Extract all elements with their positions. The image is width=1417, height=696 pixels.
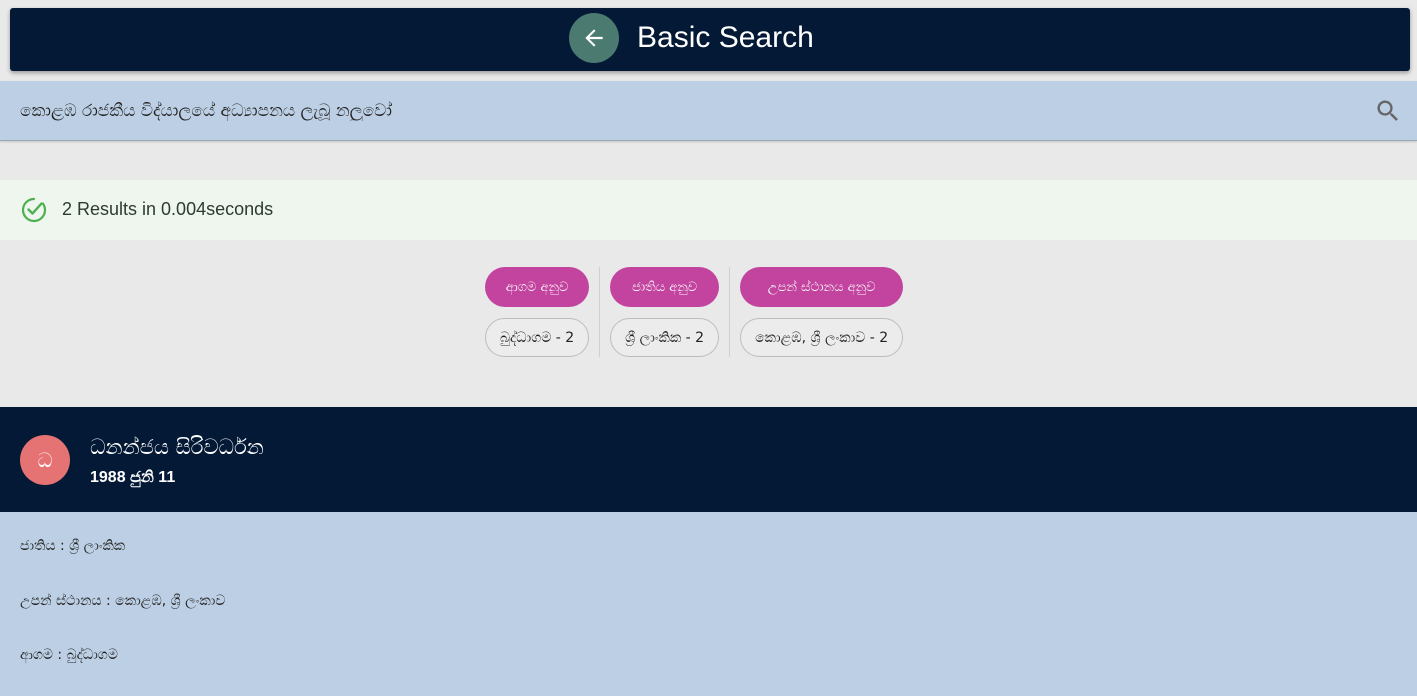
- person-birth-date: 1988 ජුනි 11: [90, 469, 176, 486]
- detail-nationality: ජාතිය : ශ්‍රී ලාංකික: [20, 538, 126, 554]
- detail-religion: ආගම : බුද්ධාගම: [20, 647, 118, 663]
- detail-birthplace: උපන් ස්ථානය : කොළඹ, ශ්‍රී ලංකාව: [20, 593, 226, 609]
- facet-nationality: ජාතිය අනුව ශ්‍රී ලාංකික - 2: [610, 267, 720, 357]
- facet-birthplace: උපන් ස්ථානය අනුව කොළඹ, ශ්‍රී ලංකාව - 2: [740, 267, 904, 357]
- facet-birthplace-button[interactable]: උපන් ස්ථානය අනුව: [740, 267, 904, 307]
- results-banner: 2 Results in 0.004seconds: [0, 180, 1417, 240]
- facet-religion-chip[interactable]: බුද්ධාගම - 2: [485, 318, 590, 357]
- page-title: Basic Search: [637, 21, 814, 54]
- result-card-header[interactable]: ධ ධනන්ජය සිරිවර්ධන 1988 ජුනි 11: [0, 407, 1417, 512]
- facet-birthplace-chip[interactable]: කොළඹ, ශ්‍රී ලංකාව - 2: [740, 318, 904, 357]
- app-header: Basic Search: [10, 8, 1410, 71]
- search-bar: [0, 81, 1417, 141]
- facet-religion: ආගම අනුව බුද්ධාගම - 2: [485, 267, 590, 357]
- back-button[interactable]: [569, 13, 619, 63]
- facet-nationality-button[interactable]: ජාතිය අනුව: [610, 267, 720, 307]
- person-name: ධනන්ජය සිරිවර්ධන: [90, 435, 264, 459]
- search-input[interactable]: [20, 95, 1350, 127]
- avatar: ධ: [20, 435, 70, 485]
- facet-divider: [729, 267, 731, 357]
- results-count-text: 2 Results in 0.004seconds: [62, 199, 274, 219]
- arrow-left-icon: [585, 29, 603, 47]
- search-icon[interactable]: [1374, 97, 1402, 125]
- facet-divider: [599, 267, 601, 357]
- check-circle-icon: [21, 197, 47, 223]
- result-card-body: ජාතිය : ශ්‍රී ලාංකික උපන් ස්ථානය : කොළඹ,…: [0, 512, 1417, 696]
- facet-group: ආගම අනුව බුද්ධාගම - 2 ජාතිය අනුව ශ්‍රී ල…: [485, 267, 904, 357]
- facet-religion-button[interactable]: ආගම අනුව: [485, 267, 590, 307]
- facet-nationality-chip[interactable]: ශ්‍රී ලාංකික - 2: [610, 318, 720, 357]
